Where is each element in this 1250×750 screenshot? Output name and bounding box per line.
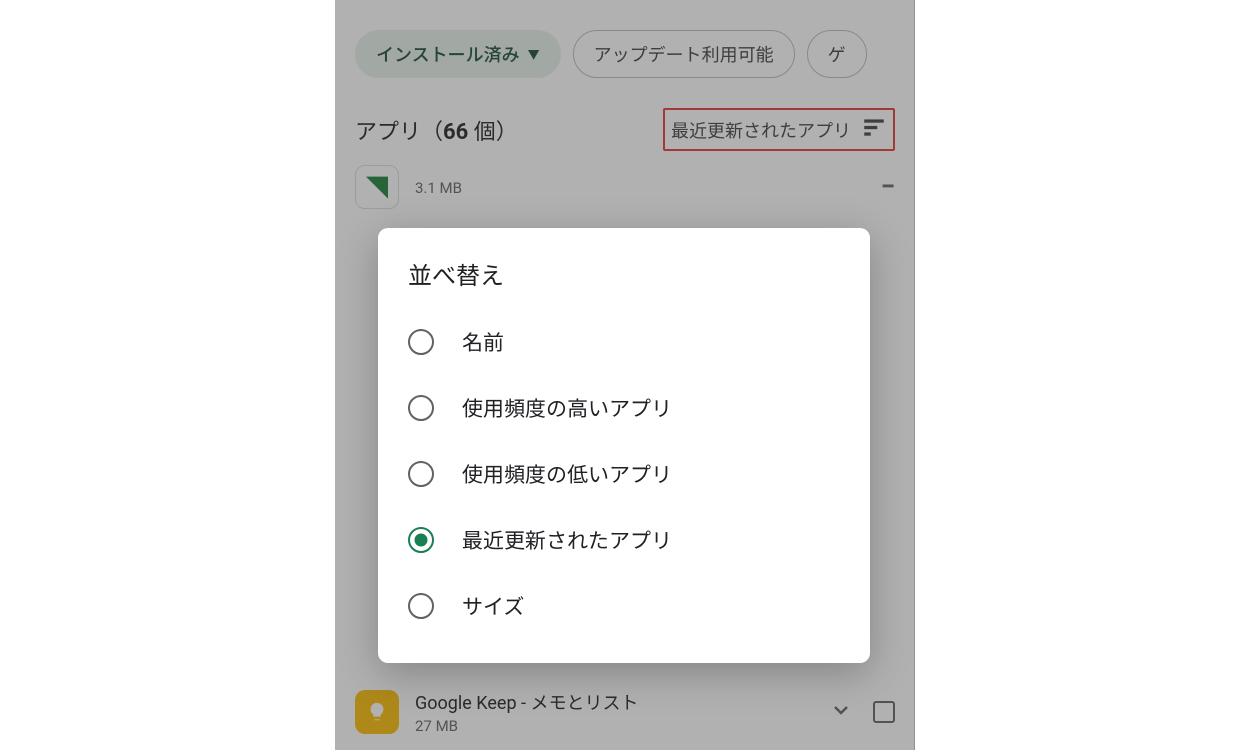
radio-icon <box>408 329 434 355</box>
sort-option[interactable]: サイズ <box>402 573 846 639</box>
radio-icon <box>408 527 434 553</box>
radio-icon <box>408 395 434 421</box>
sort-option[interactable]: 使用頻度の低いアプリ <box>402 441 846 507</box>
sort-option-label: 最近更新されたアプリ <box>462 525 672 555</box>
sort-option-label: 使用頻度の低いアプリ <box>462 459 672 489</box>
sort-option[interactable]: 名前 <box>402 309 846 375</box>
sort-option[interactable]: 最近更新されたアプリ <box>402 507 846 573</box>
sort-dialog: 並べ替え 名前使用頻度の高いアプリ使用頻度の低いアプリ最近更新されたアプリサイズ <box>378 228 870 663</box>
sort-option[interactable]: 使用頻度の高いアプリ <box>402 375 846 441</box>
sort-option-label: サイズ <box>462 591 524 621</box>
radio-icon <box>408 461 434 487</box>
radio-icon <box>408 593 434 619</box>
sort-option-label: 使用頻度の高いアプリ <box>462 393 672 423</box>
dialog-title: 並べ替え <box>402 256 846 291</box>
sort-option-label: 名前 <box>462 327 504 357</box>
